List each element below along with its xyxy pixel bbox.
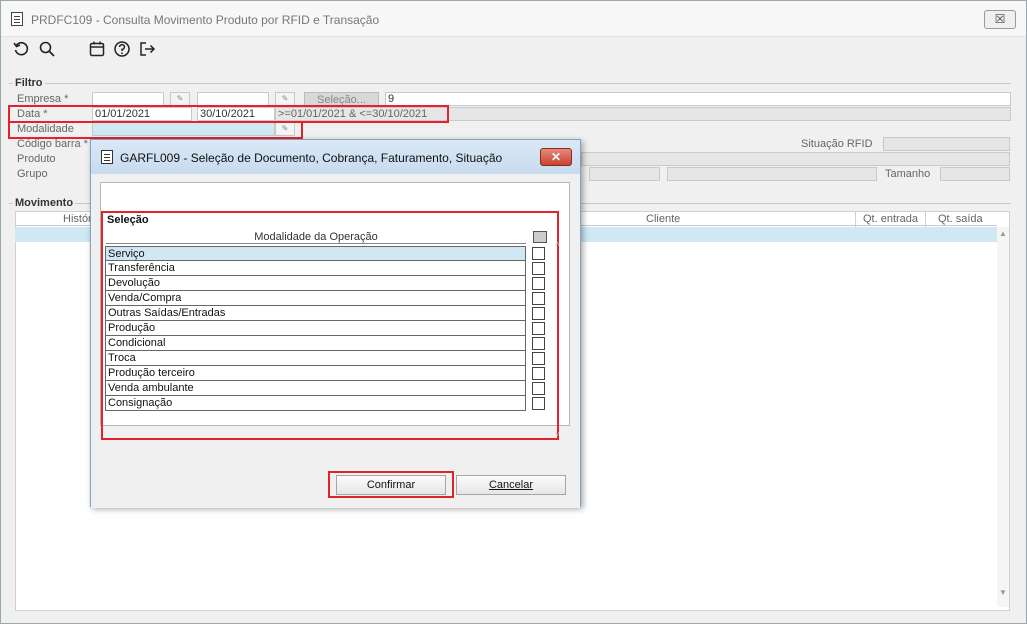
window-title: PRDFC109 - Consulta Movimento Produto po… — [31, 13, 380, 27]
document-icon — [11, 12, 23, 26]
refresh-icon[interactable] — [12, 40, 30, 58]
produto-label: Produto — [17, 153, 56, 165]
main-toolbar — [1, 37, 1026, 61]
empresa-label: Empresa * — [17, 93, 69, 105]
col-qt-saida[interactable]: Qt. saída — [938, 213, 983, 225]
situacao-rfid-field[interactable] — [883, 137, 1010, 151]
dialog-close-button[interactable]: ✕ — [540, 148, 572, 166]
selecao-highlight-box — [101, 211, 559, 440]
list-scroll-up-icon[interactable]: ˄ — [555, 240, 560, 249]
col-cliente[interactable]: Cliente — [646, 213, 680, 225]
scroll-up-icon[interactable]: ▲ — [999, 229, 1007, 238]
close-window-button[interactable]: ☒ — [984, 10, 1016, 29]
situacao-rfid-label: Situação RFID — [801, 138, 873, 150]
selecao-dialog: GARFL009 - Seleção de Documento, Cobranç… — [90, 139, 581, 508]
filtro-legend: Filtro — [13, 77, 45, 89]
produto-desc-field — [581, 152, 1010, 166]
dialog-title: GARFL009 - Seleção de Documento, Cobranç… — [120, 151, 503, 165]
grid-vertical-scrollbar[interactable] — [997, 227, 1009, 607]
title-bar: PRDFC109 - Consulta Movimento Produto po… — [1, 1, 1026, 37]
empresa-field[interactable] — [92, 92, 164, 106]
codigo-barra-label: Código barra * — [17, 138, 88, 150]
col-qt-entrada[interactable]: Qt. entrada — [863, 213, 918, 225]
exit-icon[interactable] — [138, 40, 156, 58]
empresa-to-lookup-icon[interactable]: ✎ — [275, 92, 295, 106]
search-icon[interactable] — [38, 40, 56, 58]
empresa-field-to[interactable] — [197, 92, 269, 106]
selecao-value-field: 9 — [385, 92, 1011, 106]
document-icon — [101, 150, 113, 164]
tamanho-label: Tamanho — [885, 168, 931, 180]
list-scroll-down-icon[interactable]: ˅ — [555, 430, 560, 439]
grupo-desc-field — [667, 167, 877, 181]
cancelar-label: Cancelar — [488, 479, 534, 491]
empresa-lookup-icon[interactable]: ✎ — [170, 92, 190, 106]
grupo-label: Grupo — [17, 168, 48, 180]
filtro-frame — [9, 83, 1011, 84]
dialog-title-bar: GARFL009 - Seleção de Documento, Cobranç… — [91, 140, 580, 174]
modalidade-highlight-box — [8, 121, 303, 139]
cancelar-button[interactable]: Cancelar — [456, 475, 566, 495]
tamanho-field[interactable] — [940, 167, 1010, 181]
grupo-code-field — [589, 167, 660, 181]
confirmar-highlight-box — [328, 471, 454, 498]
col-historico[interactable]: Histór — [63, 213, 92, 225]
calendar-icon[interactable] — [88, 40, 106, 58]
movimento-legend: Movimento — [13, 197, 76, 209]
help-icon[interactable] — [113, 40, 131, 58]
scroll-down-icon[interactable]: ▼ — [999, 588, 1007, 597]
